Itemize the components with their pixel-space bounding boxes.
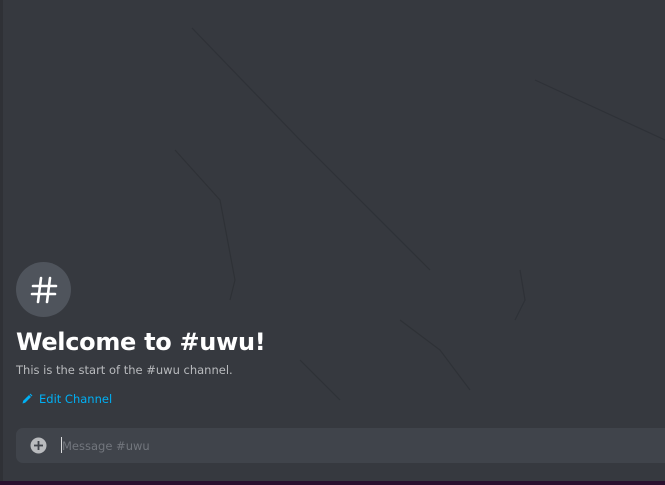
message-composer <box>16 428 665 463</box>
channel-welcome: Welcome to #uwu! This is the start of th… <box>16 262 656 409</box>
hashtag-icon <box>30 276 57 303</box>
welcome-subtitle: This is the start of the #uwu channel. <box>16 363 233 377</box>
welcome-title: Welcome to #uwu! <box>16 328 266 356</box>
chat-area: Welcome to #uwu! This is the start of th… <box>0 0 665 481</box>
message-input[interactable] <box>61 428 622 463</box>
edit-channel-link[interactable]: Edit Channel <box>21 392 112 406</box>
edit-channel-label: Edit Channel <box>39 392 113 406</box>
channel-hashtag-avatar <box>16 262 71 317</box>
plus-circle-icon[interactable] <box>30 437 47 454</box>
window-bottom-border <box>0 481 665 485</box>
pencil-icon <box>22 393 33 404</box>
